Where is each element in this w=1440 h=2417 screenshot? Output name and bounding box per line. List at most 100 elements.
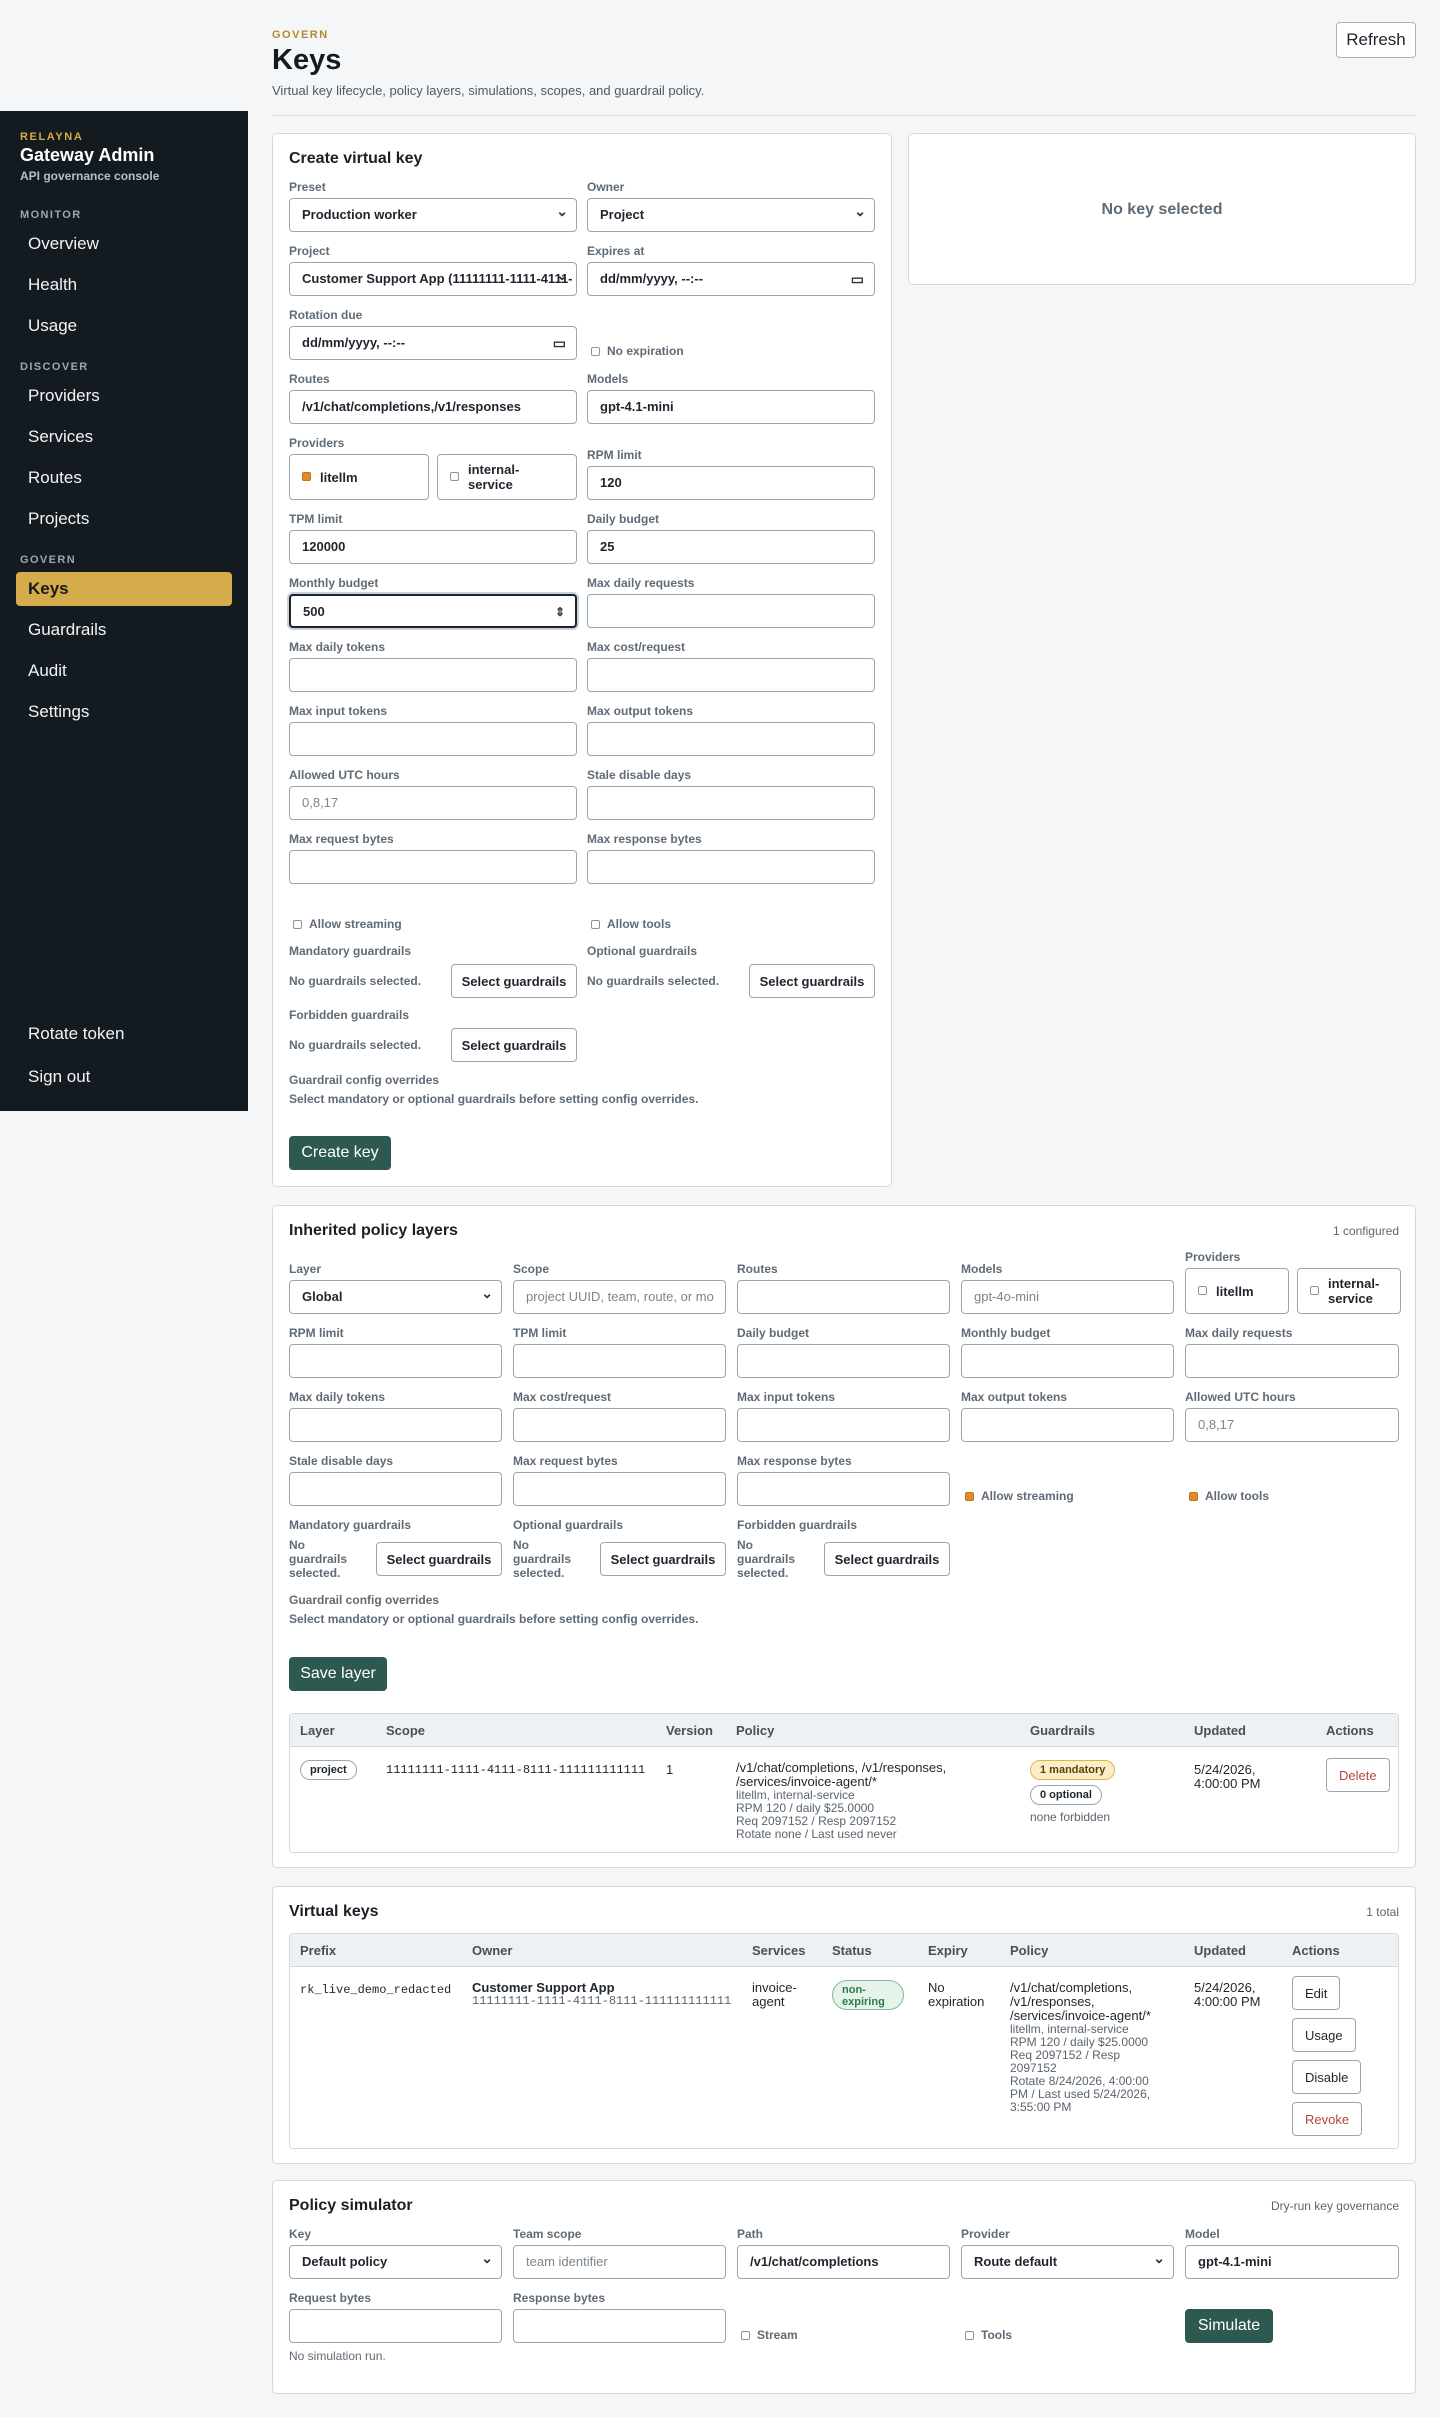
layer-allow-tools-checkbox[interactable]	[1189, 1492, 1198, 1501]
revoke-key-button[interactable]: Revoke	[1292, 2102, 1363, 2136]
layer-provider-litellm[interactable]: litellm	[1185, 1268, 1289, 1314]
max-daily-tokens-input[interactable]	[289, 658, 577, 692]
rotate-token-link[interactable]: Rotate token	[16, 1017, 232, 1051]
layer-allowed-hours-input[interactable]: 0,8,17	[1185, 1408, 1399, 1442]
sidebar-item-settings[interactable]: Settings	[16, 695, 232, 729]
layer-routes-input[interactable]	[737, 1280, 950, 1314]
layer-daily-budget-input[interactable]	[737, 1344, 950, 1378]
sim-model-input[interactable]: gpt-4.1-mini	[1185, 2245, 1399, 2279]
sim-stream-checkbox[interactable]	[741, 2331, 750, 2340]
provider-internal-checkbox[interactable]	[450, 472, 459, 481]
disable-key-button[interactable]: Disable	[1292, 2060, 1362, 2094]
rpm-input[interactable]: 120	[587, 466, 875, 500]
layer-models-input[interactable]: gpt-4o-mini	[961, 1280, 1174, 1314]
no-expiration-checkbox[interactable]	[591, 347, 600, 356]
max-input-tokens-input[interactable]	[289, 722, 577, 756]
daily-budget-input[interactable]: 25	[587, 530, 875, 564]
layer-max-input-input[interactable]	[737, 1408, 950, 1442]
key-usage-button[interactable]: Usage	[1292, 2018, 1356, 2052]
provider-litellm-checkbox[interactable]	[302, 472, 311, 481]
layer-max-output-input[interactable]	[961, 1408, 1174, 1442]
layer-max-resp-bytes-input[interactable]	[737, 1472, 950, 1506]
max-response-bytes-input[interactable]	[587, 850, 875, 884]
stale-days-input[interactable]	[587, 786, 875, 820]
models-label: Models	[587, 372, 629, 386]
preset-select[interactable]: Production worker	[289, 198, 577, 232]
sidebar-item-providers[interactable]: Providers	[16, 379, 232, 413]
models-input[interactable]: gpt-4.1-mini	[587, 390, 875, 424]
layer-max-req-bytes-input[interactable]	[513, 1472, 726, 1506]
page-subtitle: Virtual key lifecycle, policy layers, si…	[272, 83, 705, 98]
provider-option-internal[interactable]: internal-service	[437, 454, 577, 500]
provider-option-litellm[interactable]: litellm	[289, 454, 429, 500]
sim-key-select[interactable]: Default policy	[289, 2245, 502, 2279]
sim-tools-checkbox[interactable]	[965, 2331, 974, 2340]
layer-tpm-input[interactable]	[513, 1344, 726, 1378]
sidebar-item-keys[interactable]: Keys	[16, 572, 232, 606]
layer-provider-internal[interactable]: internal-service	[1297, 1268, 1401, 1314]
allow-streaming-checkbox[interactable]	[293, 920, 302, 929]
rotation-input[interactable]: dd/mm/yyyy, --:--	[289, 326, 577, 360]
sim-team-input[interactable]: team identifier	[513, 2245, 726, 2279]
brand-title: Gateway Admin	[20, 145, 155, 165]
monthly-budget-input[interactable]: 500	[289, 594, 577, 628]
delete-layer-button[interactable]: Delete	[1326, 1758, 1390, 1792]
layer-monthly-budget-input[interactable]	[961, 1344, 1174, 1378]
allow-tools-checkbox[interactable]	[591, 920, 600, 929]
allowed-hours-input[interactable]: 0,8,17	[289, 786, 577, 820]
refresh-button[interactable]: Refresh	[1336, 22, 1416, 58]
sidebar-item-routes[interactable]: Routes	[16, 461, 232, 495]
sign-out-link[interactable]: Sign out	[16, 1060, 232, 1094]
sim-provider-select[interactable]: Route default	[961, 2245, 1174, 2279]
layer-mandatory-select-button[interactable]: Select guardrails	[376, 1542, 502, 1576]
layer-stale-input[interactable]	[289, 1472, 502, 1506]
policy-layers-count: 1 configured	[1332, 1224, 1399, 1238]
scope-input[interactable]: project UUID, team, route, or mo	[513, 1280, 726, 1314]
layer-forbidden-select-button[interactable]: Select guardrails	[824, 1542, 950, 1576]
layer-optional-select-button[interactable]: Select guardrails	[600, 1542, 726, 1576]
edit-key-button[interactable]: Edit	[1292, 1976, 1341, 2010]
sim-req-bytes-label: Request bytes	[289, 2291, 372, 2305]
sidebar-item-projects[interactable]: Projects	[16, 502, 232, 536]
create-key-button[interactable]: Create key	[289, 1136, 391, 1170]
sim-resp-bytes-input[interactable]	[513, 2309, 726, 2343]
layer-rpm-input[interactable]	[289, 1344, 502, 1378]
layer-provider-litellm-checkbox[interactable]	[1198, 1286, 1207, 1295]
sidebar-item-guardrails[interactable]: Guardrails	[16, 613, 232, 647]
brand-subtitle: API governance console	[20, 169, 160, 183]
expires-input[interactable]: dd/mm/yyyy, --:--	[587, 262, 875, 296]
mandatory-select-button[interactable]: Select guardrails	[451, 964, 577, 998]
layer-max-daily-requests-input[interactable]	[1185, 1344, 1399, 1378]
sidebar-item-overview[interactable]: Overview	[16, 227, 232, 261]
owner-select[interactable]: Project	[587, 198, 875, 232]
layer-rpm-label: RPM limit	[289, 1326, 344, 1340]
max-daily-requests-input[interactable]	[587, 594, 875, 628]
sim-req-bytes-input[interactable]	[289, 2309, 502, 2343]
layer-max-cost-input[interactable]	[513, 1408, 726, 1442]
layer-max-daily-tokens-input[interactable]	[289, 1408, 502, 1442]
tpm-input[interactable]: 120000	[289, 530, 577, 564]
max-request-bytes-input[interactable]	[289, 850, 577, 884]
layer-select[interactable]: Global	[289, 1280, 502, 1314]
max-output-tokens-input[interactable]	[587, 722, 875, 756]
save-layer-button[interactable]: Save layer	[289, 1657, 387, 1691]
key-updated: 5/24/2026, 4:00:00 PM	[1194, 1980, 1261, 2009]
optional-none-text: No guardrails selected.	[587, 974, 720, 988]
layer-provider-internal-checkbox[interactable]	[1310, 1286, 1319, 1295]
layer-allow-streaming-checkbox[interactable]	[965, 1492, 974, 1501]
sim-path-input[interactable]: /v1/chat/completions	[737, 2245, 950, 2279]
routes-input[interactable]: /v1/chat/completions,/v1/responses	[289, 390, 577, 424]
key-detail-panel: No key selected	[908, 133, 1416, 285]
simulate-button[interactable]: Simulate	[1185, 2309, 1273, 2343]
sidebar-item-health[interactable]: Health	[16, 268, 232, 302]
simulation-result: No simulation run.	[289, 2349, 386, 2363]
forbidden-select-button[interactable]: Select guardrails	[451, 1028, 577, 1062]
project-select[interactable]: Customer Support App (11111111-1111-4111…	[289, 262, 577, 296]
sidebar-item-audit[interactable]: Audit	[16, 654, 232, 688]
optional-select-button[interactable]: Select guardrails	[749, 964, 875, 998]
max-cost-input[interactable]	[587, 658, 875, 692]
sidebar-item-usage[interactable]: Usage	[16, 309, 232, 343]
rotation-label: Rotation due	[289, 308, 363, 322]
col-version: Version	[666, 1723, 713, 1738]
sidebar-item-services[interactable]: Services	[16, 420, 232, 454]
